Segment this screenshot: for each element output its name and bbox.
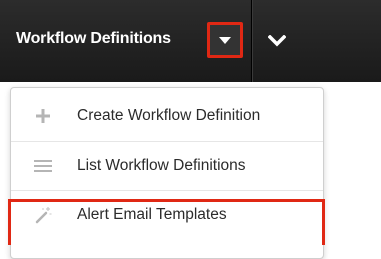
menu-item-label: List Workflow Definitions (77, 157, 246, 174)
nav-tab-workflow-definitions[interactable]: Workflow Definitions (0, 0, 252, 82)
menu-item-label: Alert Email Templates (77, 206, 227, 223)
menu-item-alert-email-templates[interactable]: Alert Email Templates (11, 190, 323, 239)
plus-icon (31, 104, 55, 128)
menu-item-list-workflow-definitions[interactable]: List Workflow Definitions (11, 141, 323, 190)
menu-item-create-workflow-definition[interactable]: Create Workflow Definition (11, 92, 323, 141)
caret-down-icon (219, 36, 231, 44)
chevron-down-icon (268, 35, 286, 47)
menu-item-label: Create Workflow Definition (77, 107, 261, 124)
magic-wand-icon (31, 203, 55, 227)
more-modules-button[interactable] (262, 26, 292, 56)
top-navbar: Workflow Definitions (0, 0, 381, 82)
nav-tab-title[interactable]: Workflow Definitions (16, 30, 171, 48)
nav-tab-dropdown-button[interactable] (207, 22, 243, 58)
list-icon (31, 154, 55, 178)
workflow-actions-dropdown-menu: Create Workflow Definition List Workflow… (10, 87, 324, 259)
